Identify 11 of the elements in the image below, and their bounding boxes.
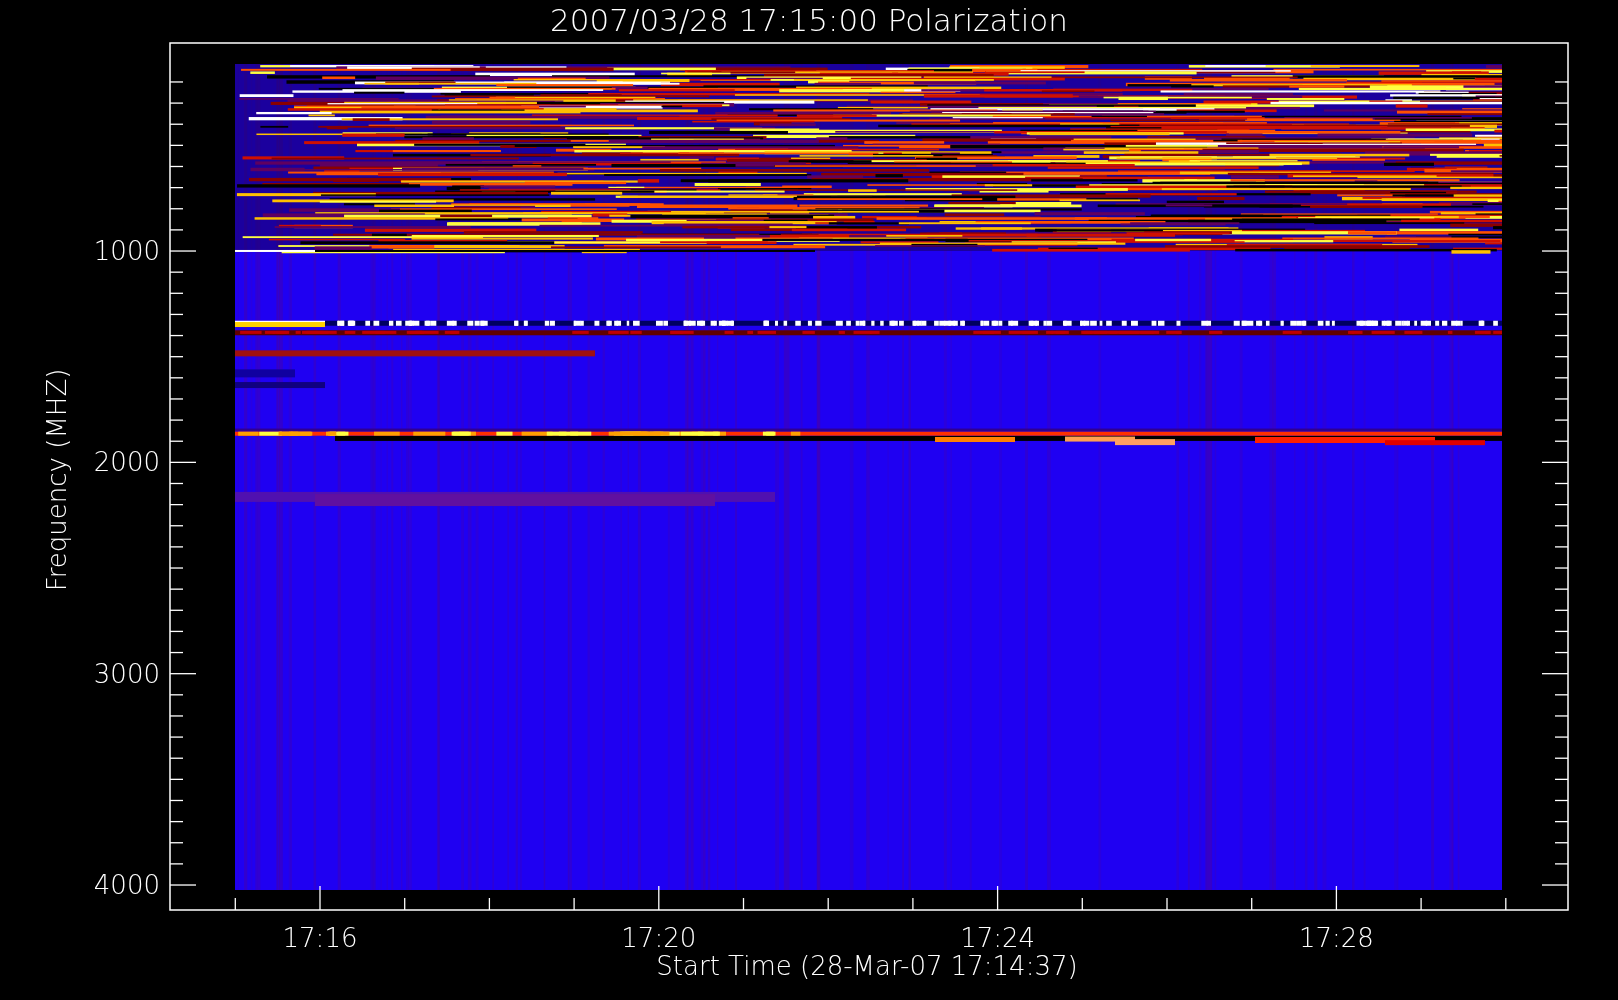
- chart-title: 2007/03/28 17:15:00 Polarization: [550, 2, 1068, 38]
- x-tick-label: 17:24: [960, 923, 1036, 953]
- y-axis-title: Frequency (MHZ): [42, 368, 72, 592]
- y-tick-label: 2000: [93, 447, 160, 478]
- y-tick-label: 1000: [93, 236, 160, 267]
- x-axis-title: Start Time (28-Mar-07 17:14:37): [656, 951, 1078, 981]
- y-tick-label: 3000: [93, 658, 160, 689]
- y-tick-label: 4000: [93, 870, 160, 900]
- x-tick-label: 17:20: [621, 923, 697, 953]
- x-tick-label: 17:16: [282, 923, 358, 953]
- x-tick-label: 17:28: [1298, 923, 1374, 953]
